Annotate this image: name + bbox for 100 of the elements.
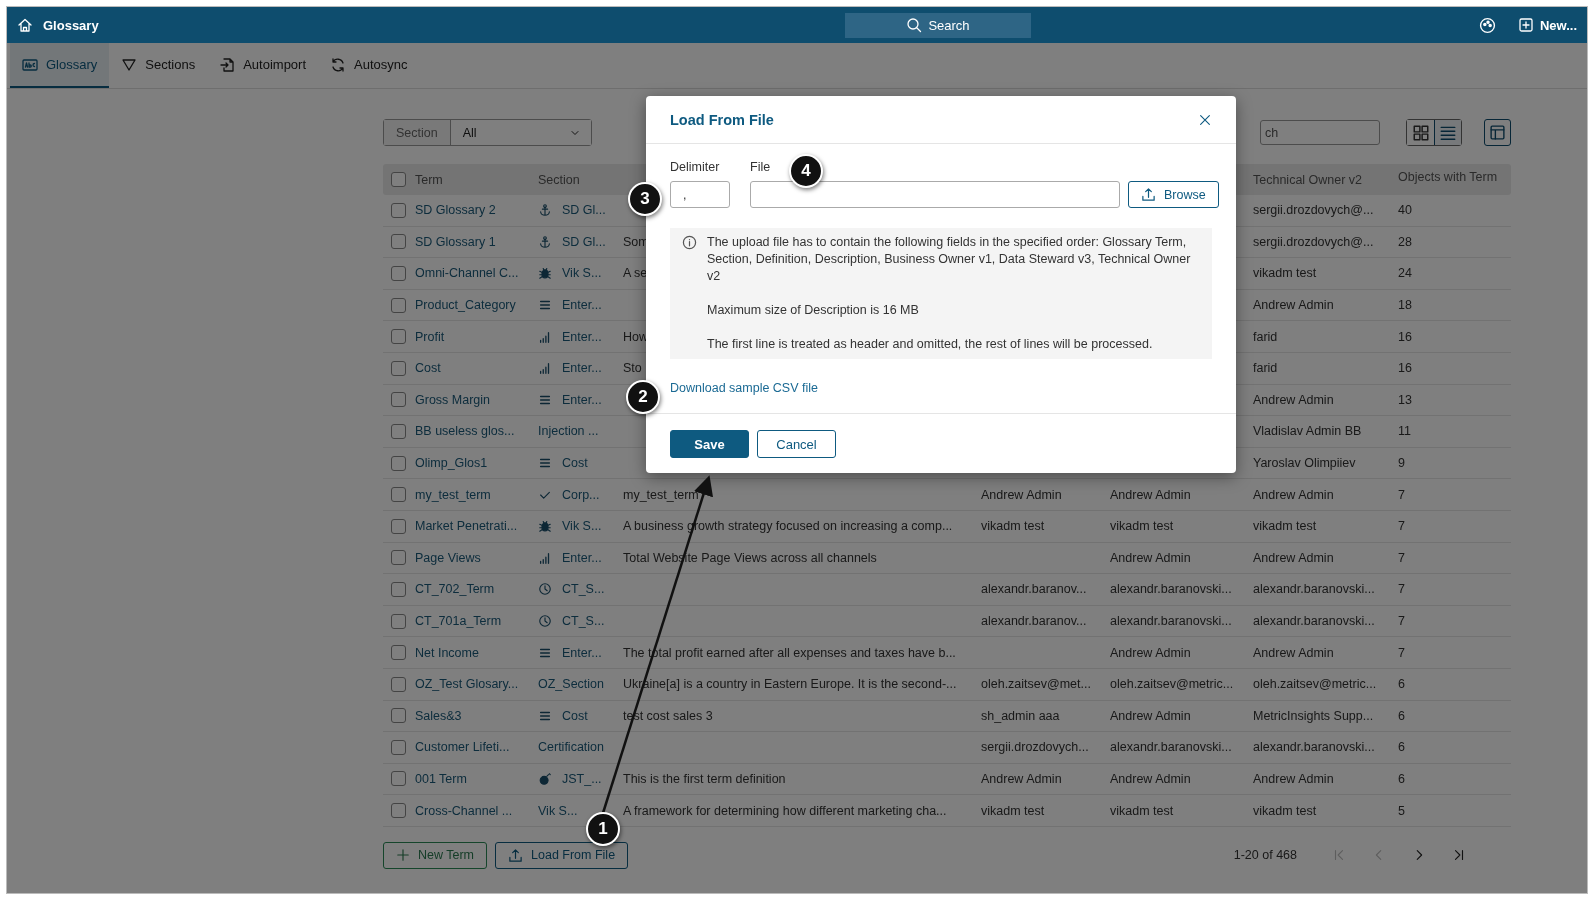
section-cell: Cost — [562, 708, 588, 723]
term-link[interactable]: Sales&3 — [415, 708, 538, 723]
row-checkbox[interactable] — [391, 202, 406, 218]
tab[interactable]: Autosync — [318, 43, 420, 88]
palette-icon[interactable] — [1478, 16, 1496, 34]
owner-cell-text: MetricInsights Supp... — [1253, 708, 1375, 723]
new-term-button[interactable]: New Term — [383, 841, 488, 869]
row-checkbox[interactable] — [391, 550, 406, 566]
count-cell-text: 40 — [1398, 203, 1413, 218]
last-page-icon — [1452, 848, 1466, 863]
row-checkbox[interactable] — [391, 581, 406, 597]
plus-square-icon — [1517, 17, 1534, 33]
signal-bars-icon — [538, 550, 552, 565]
column-header[interactable]: Term — [415, 172, 538, 187]
term-link[interactable]: Customer Lifeti... — [415, 740, 538, 755]
definition-cell: This is the first term definition — [623, 772, 786, 786]
row-checkbox[interactable] — [391, 360, 406, 376]
file-field[interactable] — [750, 181, 1120, 208]
clock-icon — [538, 614, 552, 628]
section-cell: Enter... — [562, 645, 602, 660]
save-button[interactable]: Save — [670, 430, 749, 458]
search-button[interactable]: Search — [845, 12, 1031, 38]
row-checkbox[interactable] — [391, 266, 406, 281]
signal-bars-icon — [538, 329, 552, 344]
count-cell-text: 24 — [1398, 266, 1413, 281]
term-link[interactable]: Page Views — [415, 550, 538, 565]
table-cell: vikadm test — [1110, 519, 1174, 534]
section-cell: Enter... — [562, 361, 602, 376]
count-cell-text: 18 — [1398, 298, 1413, 313]
row-checkbox[interactable] — [391, 803, 406, 819]
owner-cell-text: farid — [1253, 361, 1279, 376]
browse-button[interactable]: Browse — [1128, 181, 1219, 208]
load-from-file-button[interactable]: Load From File — [495, 841, 629, 869]
glossary-icon — [22, 56, 38, 73]
row-checkbox[interactable] — [391, 739, 406, 755]
term-link[interactable]: CT_702_Term — [415, 582, 538, 597]
section-filter[interactable]: Section All — [383, 119, 592, 146]
tab[interactable]: Glossary — [10, 43, 110, 88]
tab[interactable]: Sections — [109, 43, 208, 88]
count-cell-text: 16 — [1398, 361, 1413, 376]
term-link[interactable]: OZ_Test Glosary... — [415, 677, 538, 692]
field-label: File — [750, 160, 771, 174]
delimiter-field[interactable]: , — [670, 181, 730, 208]
term-link[interactable]: Olimp_Glos1 — [415, 456, 538, 471]
tab[interactable]: Autoimport — [207, 43, 319, 88]
term-link[interactable]: my_test_term — [415, 487, 538, 502]
bug-icon — [538, 266, 552, 281]
term-link[interactable]: CT_701a_Term — [415, 614, 538, 628]
close-button[interactable] — [1198, 112, 1212, 127]
term-link[interactable]: Cost — [415, 361, 538, 376]
term-link[interactable]: SD Glossary 1 — [415, 234, 538, 249]
table-cell: sergii.drozdovych... — [981, 740, 1089, 755]
column-header[interactable]: Section — [538, 172, 623, 187]
new-button[interactable]: New... — [1517, 17, 1577, 33]
term-link[interactable]: Gross Margin — [415, 392, 538, 407]
term-link[interactable]: Market Penetrati... — [415, 519, 538, 534]
row-checkbox[interactable] — [391, 297, 406, 313]
term-link[interactable]: Product_Category — [415, 298, 538, 313]
column-header[interactable]: Objects with Term — [1398, 164, 1511, 184]
funnel-icon — [121, 56, 138, 73]
term-link[interactable]: Omni-Channel C... — [415, 266, 538, 281]
info-text: The first line is treated as header and omitted, the rest of lines will be processed. — [707, 336, 1154, 353]
download-sample-link[interactable]: Download sample CSV file — [670, 381, 818, 395]
section-cell: JST_... — [562, 772, 602, 786]
search-field[interactable]: ch — [1260, 120, 1380, 145]
column-header[interactable]: Technical Owner v2 — [1253, 172, 1398, 187]
list-view-button[interactable] — [1434, 120, 1461, 145]
owner-cell-text: alexandr.baranovski... — [1253, 582, 1376, 597]
owner-cell-text: farid — [1253, 329, 1279, 344]
term-link[interactable]: 001 Term — [415, 772, 538, 786]
owner-cell-text: Andrew Admin — [1253, 550, 1335, 565]
dialog-title: Load From File — [670, 111, 774, 128]
row-checkbox[interactable] — [391, 234, 406, 250]
row-checkbox[interactable] — [391, 518, 406, 534]
row-checkbox[interactable] — [391, 676, 406, 692]
term-link[interactable]: Profit — [415, 329, 538, 344]
select-all-checkbox[interactable] — [391, 172, 406, 187]
row-checkbox[interactable] — [391, 645, 406, 661]
table-cell: vikadm test — [981, 519, 1045, 534]
app-title: Glossary — [43, 17, 99, 33]
cancel-button[interactable]: Cancel — [757, 430, 836, 458]
definition-cell: A se — [623, 266, 648, 281]
count-cell-text: 7 — [1398, 645, 1406, 660]
columns-button[interactable] — [1484, 119, 1511, 146]
sync-icon — [330, 56, 347, 73]
definition-cell: Sto — [623, 361, 642, 376]
row-checkbox[interactable] — [391, 613, 406, 629]
row-checkbox[interactable] — [391, 708, 406, 724]
row-checkbox[interactable] — [391, 329, 406, 345]
owner-cell-text: Vladislav Admin BB — [1253, 424, 1363, 439]
term-link[interactable]: Cross-Channel ... — [415, 803, 538, 818]
term-link[interactable]: SD Glossary 2 — [415, 203, 538, 218]
row-checkbox[interactable] — [391, 487, 406, 503]
term-link[interactable]: Net Income — [415, 645, 538, 660]
row-checkbox[interactable] — [391, 392, 406, 408]
row-checkbox[interactable] — [391, 423, 406, 439]
term-link[interactable]: BB useless glos... — [415, 424, 538, 439]
row-checkbox[interactable] — [391, 771, 406, 787]
row-checkbox[interactable] — [391, 455, 406, 471]
info-icon — [682, 235, 697, 250]
